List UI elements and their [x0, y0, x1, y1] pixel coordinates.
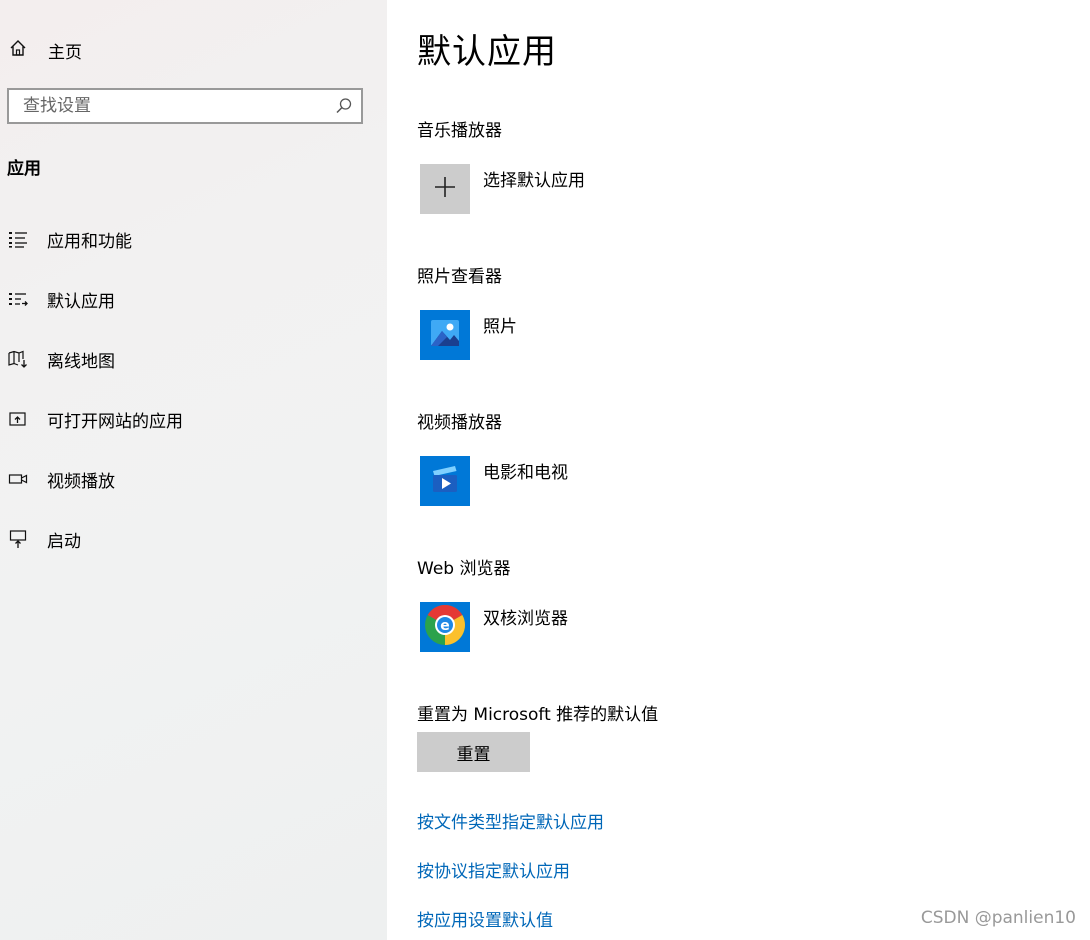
sidebar-item-label: 默认应用 [47, 291, 115, 312]
main-content: 默认应用 音乐播放器 选择默认应用 照片查看器 照片 视频播放器 电影和电视 W… [387, 0, 1090, 940]
web-browser-app-name[interactable]: 双核浏览器 [483, 604, 568, 629]
link-by-app[interactable]: 按应用设置默认值 [417, 906, 553, 931]
sidebar-item-video-playback[interactable]: 视频播放 [6, 464, 376, 494]
web-browser-label: Web 浏览器 [417, 559, 511, 579]
sidebar-item-default-apps[interactable]: 默认应用 [6, 284, 376, 314]
reset-description: 重置为 Microsoft 推荐的默认值 [417, 705, 659, 725]
video-player-app-tile[interactable] [420, 456, 470, 506]
sidebar-item-apps-for-websites[interactable]: 可打开网站的应用 [6, 404, 376, 434]
home-nav-item[interactable]: 主页 [8, 36, 82, 64]
svg-text:e: e [440, 618, 450, 634]
home-icon [8, 38, 28, 62]
search-icon[interactable] [331, 93, 357, 119]
map-download-icon [6, 347, 30, 371]
sidebar: 主页 应用 应用和功能 默认应用 离线地图 可打开网站的应用 [0, 0, 387, 940]
startup-icon [6, 527, 30, 551]
section-title: 应用 [7, 159, 41, 179]
music-player-label: 音乐播放器 [417, 121, 502, 141]
sidebar-item-label: 应用和功能 [47, 231, 132, 252]
video-camera-icon [6, 467, 30, 491]
link-by-protocol[interactable]: 按协议指定默认应用 [417, 857, 570, 882]
sidebar-item-startup[interactable]: 启动 [6, 524, 376, 554]
video-player-label: 视频播放器 [417, 413, 502, 433]
open-link-icon [6, 407, 30, 431]
sidebar-item-apps-features[interactable]: 应用和功能 [6, 224, 376, 254]
music-player-app-tile[interactable] [420, 164, 470, 214]
video-player-app-name[interactable]: 电影和电视 [483, 458, 568, 483]
home-label: 主页 [48, 42, 82, 63]
photos-app-icon [430, 319, 460, 351]
sidebar-item-label: 离线地图 [47, 351, 115, 372]
page-title: 默认应用 [417, 32, 557, 72]
photo-viewer-app-name[interactable]: 照片 [483, 312, 517, 337]
sidebar-item-label: 可打开网站的应用 [47, 411, 183, 432]
plus-icon [433, 175, 457, 203]
sidebar-item-offline-maps[interactable]: 离线地图 [6, 344, 376, 374]
web-browser-app-tile[interactable]: e [420, 602, 470, 652]
sidebar-item-label: 启动 [47, 531, 81, 552]
list-icon [6, 227, 30, 251]
photo-viewer-label: 照片查看器 [417, 267, 502, 287]
photo-viewer-app-tile[interactable] [420, 310, 470, 360]
browser-app-icon: e [424, 604, 466, 650]
music-player-app-name[interactable]: 选择默认应用 [483, 166, 585, 191]
link-by-file-type[interactable]: 按文件类型指定默认应用 [417, 808, 604, 833]
default-apps-icon [6, 287, 30, 311]
search-input[interactable] [9, 96, 331, 116]
reset-button[interactable]: 重置 [417, 732, 530, 772]
sidebar-item-label: 视频播放 [47, 471, 115, 492]
settings-search-box [7, 88, 363, 124]
watermark: CSDN @panlien10 [920, 908, 1076, 928]
movies-tv-app-icon [430, 465, 460, 497]
